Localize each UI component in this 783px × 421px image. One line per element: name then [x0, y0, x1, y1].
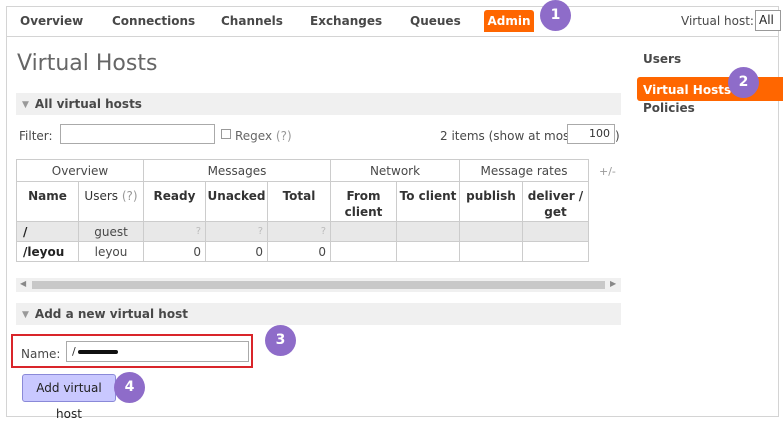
scroll-left-icon[interactable]: ◀: [20, 279, 26, 288]
tab-overview[interactable]: Overview: [20, 14, 83, 28]
vhost-ready: ?: [143, 221, 206, 242]
add-virtual-host-button[interactable]: Add virtual host: [22, 374, 116, 421]
column-header-users: Users (?): [78, 181, 144, 222]
column-toggle-link[interactable]: +/-: [599, 165, 616, 178]
regex-checkbox[interactable]: [221, 129, 231, 139]
items-count-close: ): [615, 129, 620, 143]
vhost-name-link[interactable]: /: [16, 221, 79, 242]
users-help-link[interactable]: (?): [122, 189, 138, 203]
vhost-ready: 0: [143, 241, 206, 262]
column-header-to-client[interactable]: To client: [396, 181, 460, 222]
group-header-network: Network: [330, 159, 460, 182]
scroll-right-icon[interactable]: ▶: [610, 279, 616, 288]
sidebar-item-policies[interactable]: Policies: [643, 101, 695, 115]
virtual-host-label: Virtual host:: [681, 14, 754, 28]
top-navigation: Overview Connections Channels Exchanges …: [7, 7, 781, 37]
vhost-publish: [459, 241, 523, 262]
all-vhosts-section-header[interactable]: ▼ All virtual hosts: [16, 93, 621, 115]
filter-label: Filter:: [19, 129, 53, 143]
group-header-overview: Overview: [16, 159, 144, 182]
callout-badge-4: 4: [114, 372, 145, 403]
callout-badge-1: 1: [540, 0, 571, 31]
regex-help-link[interactable]: (?): [276, 129, 292, 143]
vhost-total: 0: [267, 241, 331, 262]
add-vhost-section-header[interactable]: ▼ Add a new virtual host: [16, 303, 621, 325]
items-count-label: 2 items (show at most: [440, 129, 574, 143]
column-header-name[interactable]: Name: [16, 181, 79, 222]
scrollbar-thumb[interactable]: [32, 281, 605, 289]
callout-badge-3: 3: [265, 325, 296, 356]
redaction-mark: [77, 350, 118, 354]
collapse-triangle-icon: ▼: [22, 100, 29, 110]
virtual-host-select[interactable]: All: [755, 10, 781, 31]
vhost-to-client: [396, 241, 460, 262]
vhost-to-client: [396, 221, 460, 242]
column-header-publish[interactable]: publish: [459, 181, 523, 222]
vhost-publish: [459, 221, 523, 242]
table-row[interactable]: /leyou leyou 0 0 0: [16, 241, 589, 262]
vhost-users: leyou: [78, 241, 144, 262]
vhost-deliver-get: [522, 221, 589, 242]
group-header-messages: Messages: [143, 159, 331, 182]
add-vhost-header-label: Add a new virtual host: [34, 307, 188, 321]
page-size-input[interactable]: 100: [567, 124, 615, 144]
tab-admin[interactable]: Admin: [484, 10, 534, 32]
name-label: Name:: [21, 347, 61, 361]
app-frame: Overview Connections Channels Exchanges …: [6, 0, 783, 421]
vhost-deliver-get: [522, 241, 589, 262]
vhost-total: ?: [267, 221, 331, 242]
sidebar-item-users[interactable]: Users: [643, 52, 681, 66]
collapse-triangle-icon: ▼: [22, 310, 29, 320]
column-header-ready[interactable]: Ready: [143, 181, 206, 222]
vhost-unacked: ?: [205, 221, 268, 242]
group-header-message-rates: Message rates: [459, 159, 589, 182]
table-row[interactable]: / guest ? ? ?: [16, 221, 589, 242]
all-vhosts-header-label: All virtual hosts: [34, 97, 142, 111]
vhost-name-link[interactable]: /leyou: [16, 241, 79, 262]
column-header-deliver-get[interactable]: deliver / get: [522, 181, 589, 222]
vhost-from-client: [330, 241, 397, 262]
vhost-from-client: [330, 221, 397, 242]
column-header-total[interactable]: Total: [267, 181, 331, 222]
tab-exchanges[interactable]: Exchanges: [310, 14, 382, 28]
vhost-unacked: 0: [205, 241, 268, 262]
callout-badge-2: 2: [728, 67, 759, 98]
tab-channels[interactable]: Channels: [221, 14, 283, 28]
tab-connections[interactable]: Connections: [112, 14, 195, 28]
vhosts-table: Overview Messages Network Message rates …: [16, 159, 589, 262]
column-header-from-client[interactable]: From client: [330, 181, 397, 222]
tab-queues[interactable]: Queues: [410, 14, 461, 28]
vhost-users: guest: [78, 221, 144, 242]
filter-input[interactable]: [60, 124, 215, 144]
vhost-name-input[interactable]: /: [66, 341, 249, 362]
sidebar-item-virtual-hosts-label: Virtual Hosts: [643, 83, 732, 97]
page-title: Virtual Hosts: [17, 51, 158, 76]
column-header-unacked[interactable]: Unacked: [205, 181, 268, 222]
regex-label: Regex (?): [235, 129, 292, 143]
horizontal-scrollbar[interactable]: ◀ ▶: [16, 278, 621, 292]
